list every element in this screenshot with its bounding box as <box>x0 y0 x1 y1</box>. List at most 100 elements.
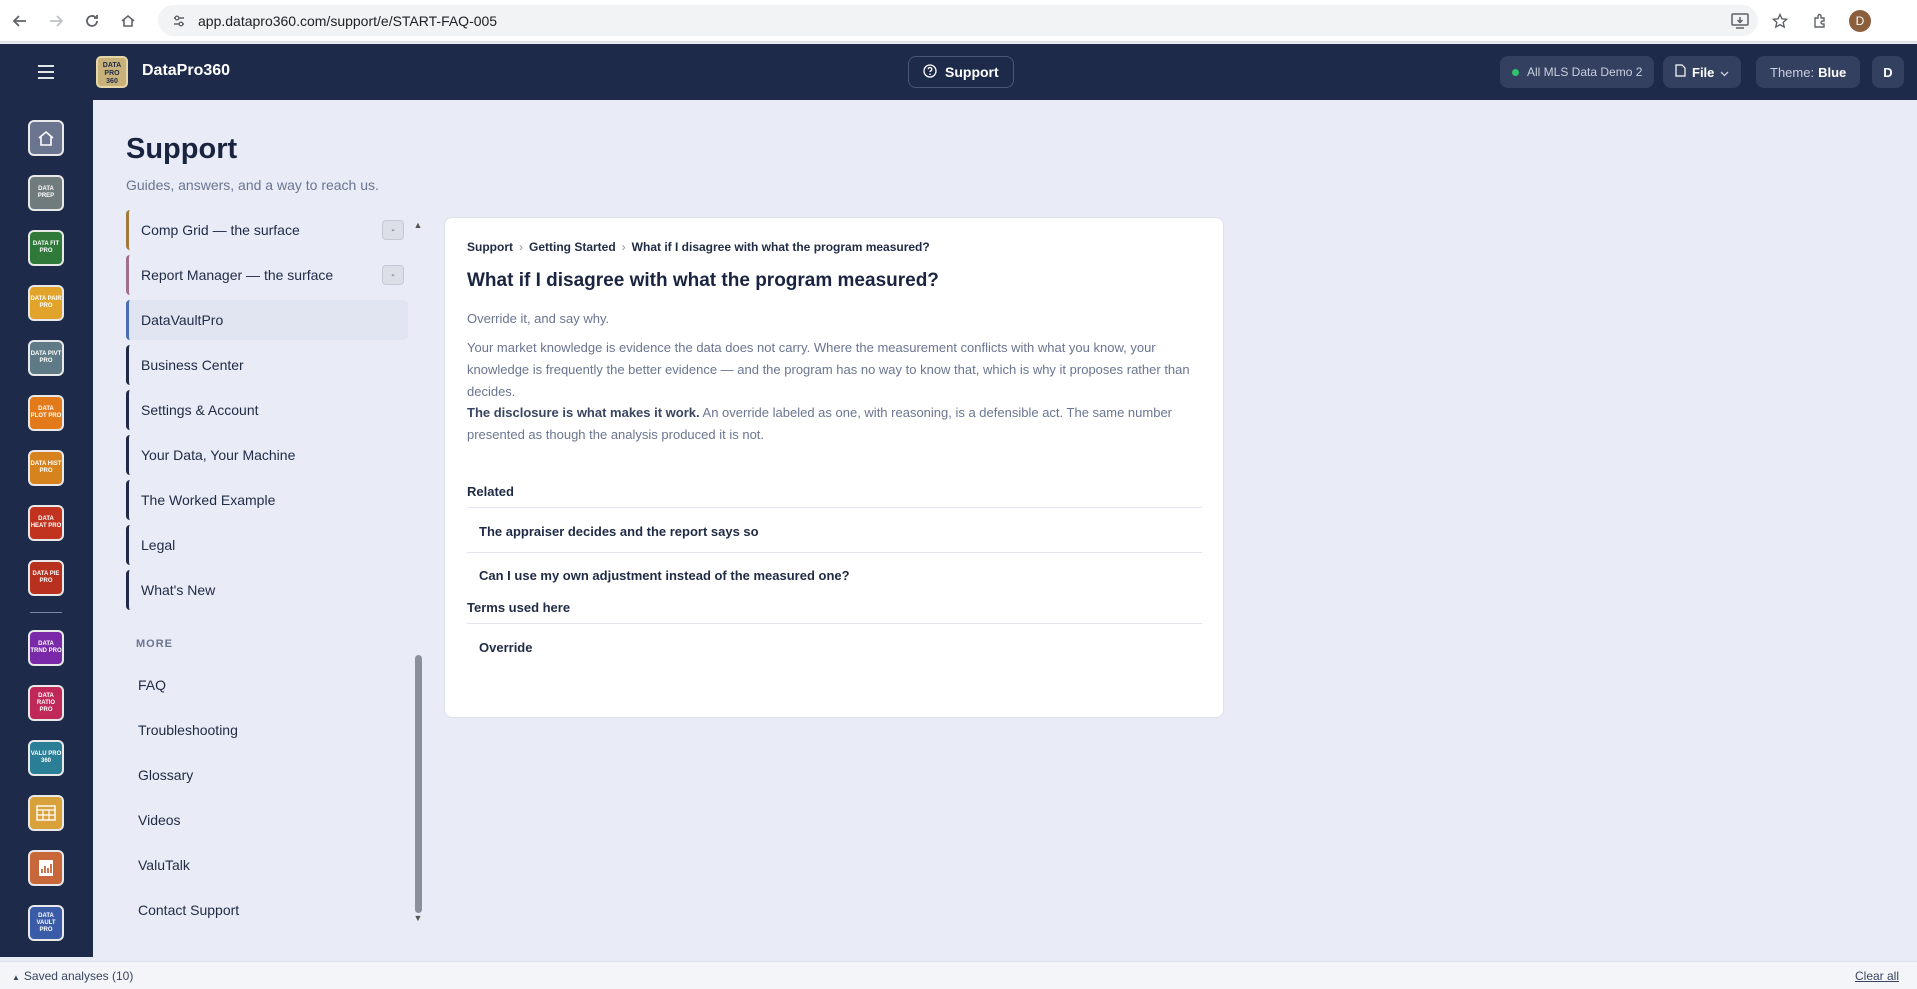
rail-divider <box>30 612 62 613</box>
breadcrumb: Support › Getting Started › What if I di… <box>467 240 930 254</box>
related-link[interactable]: The appraiser decides and the report say… <box>467 511 1202 553</box>
sidebar-link-contact-support[interactable]: Contact Support <box>138 902 239 918</box>
user-avatar-button[interactable]: D <box>1872 56 1904 88</box>
sidebar-item-label: Legal <box>141 537 176 553</box>
rail-valu-pro-360-icon[interactable]: VALU PRO 360 <box>28 740 64 776</box>
sidebar-item-datavaultpro[interactable]: DataVaultPro <box>126 300 408 340</box>
support-button[interactable]: Support <box>908 56 1014 88</box>
app-name: DataPro360 <box>142 62 231 79</box>
rail-comp-grid-icon[interactable] <box>28 795 64 831</box>
sidebar-scrollbar[interactable]: ▲ ▼ <box>411 215 425 928</box>
file-label: File <box>1692 64 1715 80</box>
url-text: app.datapro360.com/support/e/START-FAQ-0… <box>198 12 498 29</box>
saved-analyses-label: Saved analyses (10) <box>23 969 134 983</box>
rail-data-fit-pro-icon[interactable]: DATA FIT PRO <box>28 230 64 266</box>
rail-data-prep-label: DATA PREP <box>37 186 55 199</box>
saved-analyses-bar: ▲ Saved analyses (10) Clear all <box>0 961 1917 989</box>
site-info-icon[interactable] <box>172 14 186 28</box>
rail-data-ratio-pro-icon[interactable]: DATA RATIO PRO <box>28 685 64 721</box>
theme-button[interactable]: Theme: Blue <box>1756 56 1861 88</box>
logo-text: DATA PRO 360 <box>102 62 122 85</box>
chevron-up-icon: ▲ <box>12 973 20 982</box>
sidebar-link-glossary[interactable]: Glossary <box>138 767 193 783</box>
hamburger-menu-icon[interactable] <box>28 56 64 88</box>
rail-data-ratio-pro-label: DATA RATIO PRO <box>36 692 56 713</box>
sidebar-item-worked-example[interactable]: The Worked Example <box>126 480 408 520</box>
related-link[interactable]: Can I use my own adjustment instead of t… <box>467 554 1202 596</box>
sidebar-link-faq[interactable]: FAQ <box>138 677 166 693</box>
sidebar-link-valutalk[interactable]: ValuTalk <box>138 857 190 873</box>
rail-data-vault-pro-icon[interactable]: DATA VAULT PRO <box>28 905 64 941</box>
breadcrumb-getting-started[interactable]: Getting Started <box>529 240 616 254</box>
breadcrumb-support[interactable]: Support <box>467 240 513 254</box>
mls-label: All MLS Data Demo 2 <box>1527 65 1643 79</box>
rail-data-prep-icon[interactable]: DATA PREP <box>28 175 64 211</box>
sidebar-item-settings-account[interactable]: Settings & Account <box>126 390 408 430</box>
sidebar-item-label: The Worked Example <box>141 492 276 508</box>
rail-data-pair-pro-icon[interactable]: DATA PAIR PRO <box>28 285 64 321</box>
profile-avatar[interactable]: D <box>1843 4 1877 38</box>
rail-data-plot-pro-label: DATA PLOT PRO <box>30 406 62 419</box>
scrollbar-thumb[interactable] <box>415 655 422 913</box>
breadcrumb-separator-icon: › <box>621 240 626 254</box>
sidebar-item-label: Comp Grid — the surface <box>141 222 300 238</box>
rail-data-hist-pro-icon[interactable]: DATA HIST PRO <box>28 450 64 486</box>
article-card: Support › Getting Started › What if I di… <box>444 217 1224 718</box>
support-sidebar: Comp Grid — the surface - Report Manager… <box>126 210 408 928</box>
page-title: Support <box>126 133 238 165</box>
file-icon <box>1675 64 1686 80</box>
rail-data-trnd-pro-icon[interactable]: DATA TRND PRO <box>28 630 64 666</box>
rail-data-fit-pro-label: DATA FIT PRO <box>32 241 60 254</box>
forward-icon[interactable] <box>38 3 74 39</box>
clear-all-link[interactable]: Clear all <box>1855 969 1899 983</box>
browser-actions: D <box>1723 0 1917 42</box>
reload-icon[interactable] <box>74 3 110 39</box>
sidebar-item-business-center[interactable]: Business Center <box>126 345 408 385</box>
collapse-toggle-button[interactable]: - <box>382 220 404 240</box>
address-bar[interactable]: app.datapro360.com/support/e/START-FAQ-0… <box>158 5 1758 36</box>
help-circle-icon <box>923 63 937 81</box>
browser-toolbar: app.datapro360.com/support/e/START-FAQ-0… <box>0 0 1917 42</box>
collapse-toggle-button[interactable]: - <box>382 265 404 285</box>
extensions-icon[interactable] <box>1803 4 1837 38</box>
sidebar-item-label: DataVaultPro <box>141 312 224 328</box>
rail-report-manager-icon[interactable] <box>28 850 64 886</box>
install-app-icon[interactable] <box>1723 4 1757 38</box>
sidebar-item-your-data[interactable]: Your Data, Your Machine <box>126 435 408 475</box>
rail-data-pie-pro-icon[interactable]: DATA PIE PRO <box>28 560 64 596</box>
sidebar-link-troubleshooting[interactable]: Troubleshooting <box>138 722 238 738</box>
rail-data-vault-pro-label: DATA VAULT PRO <box>36 912 56 933</box>
back-icon[interactable] <box>2 3 38 39</box>
rail-home-icon[interactable] <box>28 120 64 156</box>
more-heading: MORE <box>136 638 173 650</box>
support-label: Support <box>945 64 999 80</box>
app-rail: DATA PREP DATA FIT PRO DATA PAIR PRO DAT… <box>0 100 93 957</box>
theme-prefix: Theme: <box>1770 64 1815 80</box>
saved-analyses-toggle[interactable]: ▲ Saved analyses (10) <box>12 969 133 983</box>
sidebar-item-label: Business Center <box>141 357 244 373</box>
rail-data-plot-pro-icon[interactable]: DATA PLOT PRO <box>28 395 64 431</box>
scroll-down-arrow-icon[interactable]: ▼ <box>413 913 423 923</box>
page-subtitle: Guides, answers, and a way to reach us. <box>126 177 379 193</box>
rail-valu-pro-label: VALU PRO 360 <box>30 751 62 764</box>
sidebar-item-legal[interactable]: Legal <box>126 525 408 565</box>
sidebar-item-whats-new[interactable]: What's New <box>126 570 408 610</box>
sidebar-item-report-manager[interactable]: Report Manager — the surface - <box>126 255 408 295</box>
rail-data-pivt-pro-icon[interactable]: DATA PIVT PRO <box>28 340 64 376</box>
sidebar-item-label: Report Manager — the surface <box>141 267 334 283</box>
app-logo[interactable]: DATA PRO 360 <box>96 56 128 88</box>
bookmark-star-icon[interactable] <box>1763 4 1797 38</box>
file-menu-button[interactable]: File <box>1663 56 1742 88</box>
rail-data-heat-pro-icon[interactable]: DATA HEAT PRO <box>28 505 64 541</box>
sidebar-link-videos[interactable]: Videos <box>138 812 181 828</box>
article-paragraph: The disclosure is what makes it work. An… <box>467 402 1207 446</box>
term-link[interactable]: Override <box>467 626 1202 668</box>
sidebar-item-label: Your Data, Your Machine <box>141 447 296 463</box>
breadcrumb-current: What if I disagree with what the program… <box>631 240 930 254</box>
rail-data-pie-pro-label: DATA PIE PRO <box>32 571 60 584</box>
scroll-up-arrow-icon[interactable]: ▲ <box>413 220 423 230</box>
sidebar-item-comp-grid[interactable]: Comp Grid — the surface - <box>126 210 408 250</box>
home-icon[interactable] <box>110 3 146 39</box>
related-heading: Related <box>467 484 1202 508</box>
mls-dataset-selector[interactable]: All MLS Data Demo 2 <box>1500 56 1655 88</box>
